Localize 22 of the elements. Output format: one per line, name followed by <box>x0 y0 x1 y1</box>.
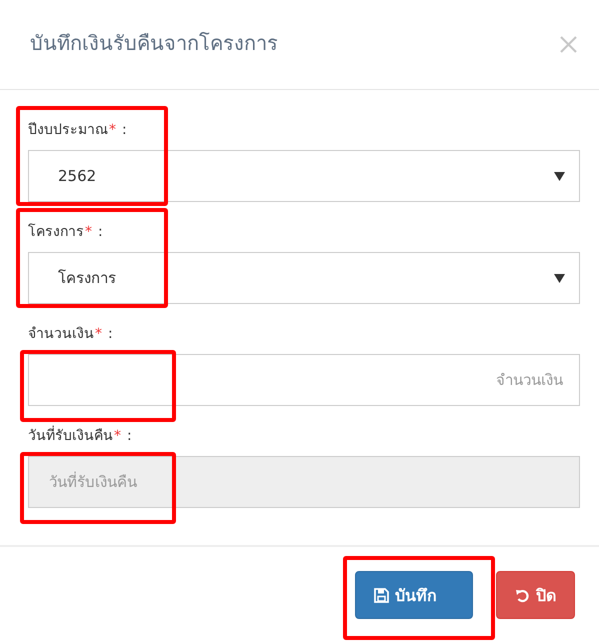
required-mark: * <box>114 428 121 444</box>
field-label: วันที่รับเงินคืน <box>28 424 113 446</box>
undo-icon <box>515 588 530 602</box>
required-mark: * <box>95 326 102 342</box>
dialog-title: บันทึกเงินรับคืนจากโครงการ <box>30 30 278 56</box>
label-colon: : <box>108 326 113 342</box>
label-colon: : <box>122 122 127 138</box>
label-colon: : <box>98 224 103 240</box>
save-button[interactable]: บันทึก <box>355 571 473 619</box>
amount-field[interactable]: จำนวนเงิน <box>28 354 580 406</box>
caret-icon <box>554 274 565 282</box>
caret-icon <box>554 172 565 180</box>
label-colon: : <box>127 428 132 444</box>
select-field[interactable]: 2562 <box>28 150 580 202</box>
field-label: จำนวนเงิน <box>28 325 94 344</box>
select-field[interactable]: โครงการ <box>28 252 580 304</box>
close-icon[interactable] <box>560 36 577 53</box>
required-mark: * <box>109 122 116 138</box>
field-label: ปีงบประมาณ <box>28 121 108 140</box>
close-button[interactable]: ปิด <box>496 571 575 619</box>
field-label: โครงการ <box>28 222 84 242</box>
required-mark: * <box>85 224 92 240</box>
